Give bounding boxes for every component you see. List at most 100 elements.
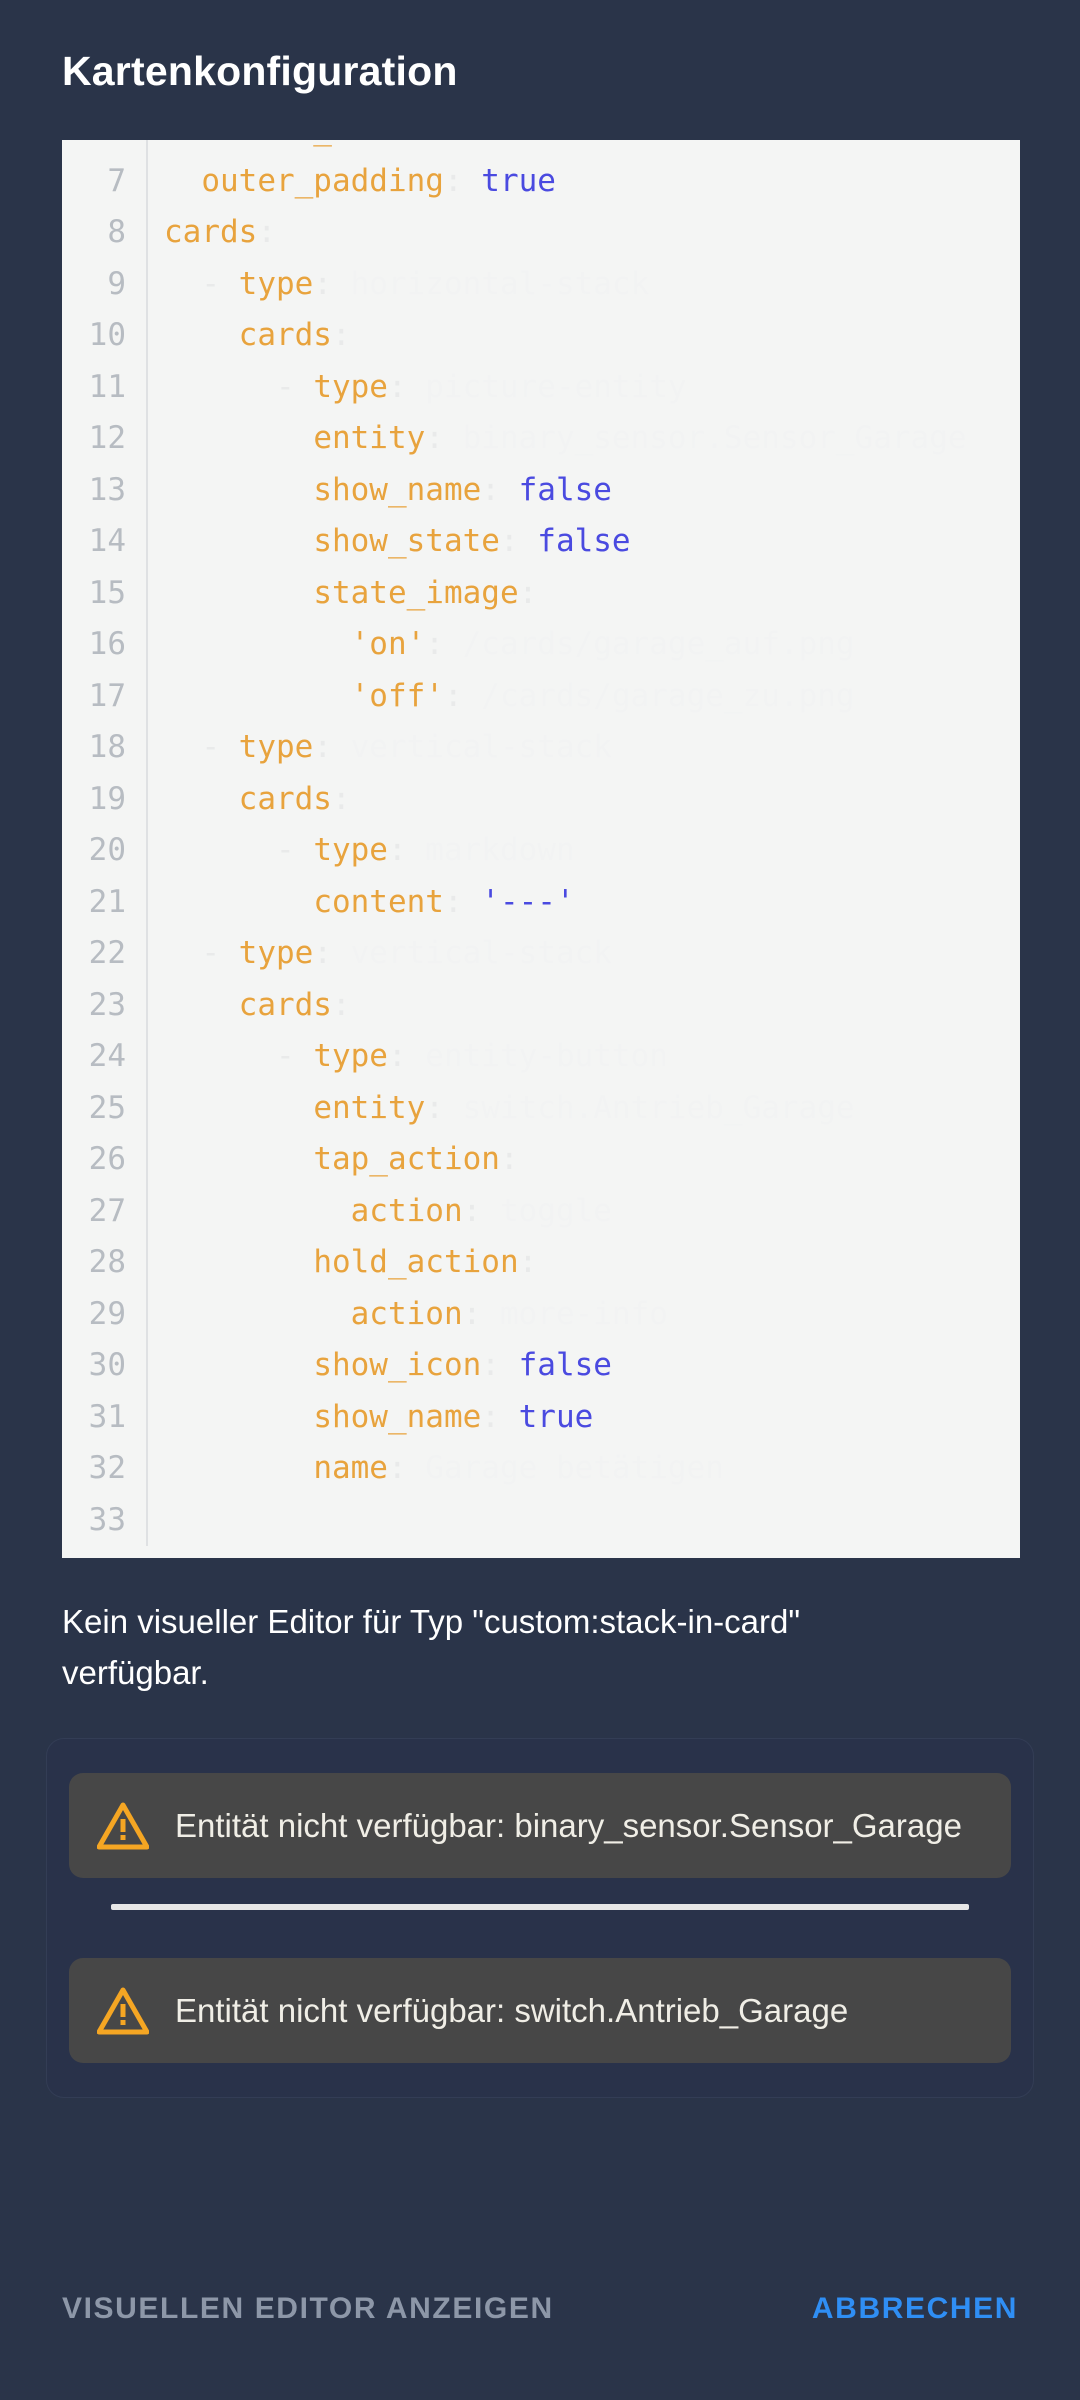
code-line[interactable]: 14 show_state: false bbox=[62, 516, 1020, 568]
code-line-text[interactable]: state_image: bbox=[148, 568, 1020, 620]
code-line-text[interactable]: action: more-info bbox=[148, 1289, 1020, 1341]
code-line[interactable]: 28 hold_action: bbox=[62, 1237, 1020, 1289]
line-number: 21 bbox=[62, 876, 148, 928]
code-line[interactable]: 9 - type: horizontal-stack bbox=[62, 258, 1020, 311]
code-line-text[interactable]: border_radius: true bbox=[148, 140, 1020, 156]
code-line[interactable]: 32 name: Garage betätigen bbox=[62, 1443, 1020, 1495]
code-line[interactable]: 26 tap_action: bbox=[62, 1134, 1020, 1186]
code-line-text[interactable] bbox=[148, 1495, 1020, 1547]
line-number: 15 bbox=[62, 567, 148, 619]
code-line[interactable]: 30 show_icon: false bbox=[62, 1340, 1020, 1392]
line-number: 8 bbox=[62, 207, 148, 259]
line-number: 20 bbox=[62, 825, 148, 877]
show-visual-editor-button[interactable]: VISUELLEN EDITOR ANZEIGEN bbox=[62, 2292, 554, 2326]
code-line-text[interactable]: 'on': /cards/garage_auf.png bbox=[148, 619, 1020, 671]
code-line-text[interactable]: cards: bbox=[148, 774, 1020, 826]
dialog-action-bar: VISUELLEN EDITOR ANZEIGEN ABBRECHEN bbox=[0, 2292, 1080, 2400]
code-line[interactable]: 21 content: '---' bbox=[62, 876, 1020, 929]
code-line[interactable]: 19 cards: bbox=[62, 773, 1020, 826]
line-number: 19 bbox=[62, 773, 148, 825]
line-number: 24 bbox=[62, 1031, 148, 1083]
code-line[interactable]: 25 entity: switch.Antrieb_Garage bbox=[62, 1082, 1020, 1135]
warning-text: Entität nicht verfügbar: binary_sensor.S… bbox=[175, 1807, 962, 1844]
code-line[interactable]: 11 - type: picture-entity bbox=[62, 361, 1020, 414]
line-number: 17 bbox=[62, 670, 148, 722]
line-number: 22 bbox=[62, 928, 148, 980]
line-number: 6 bbox=[62, 140, 148, 156]
page-title: Kartenkonfiguration bbox=[62, 48, 458, 94]
line-number: 7 bbox=[62, 155, 148, 207]
code-line[interactable]: 16 'on': /cards/garage_auf.png bbox=[62, 619, 1020, 671]
code-line-text[interactable]: hold_action: bbox=[148, 1237, 1020, 1289]
line-number: 25 bbox=[62, 1082, 148, 1134]
code-line-text[interactable]: - type: horizontal-stack bbox=[148, 259, 1020, 311]
line-number: 11 bbox=[62, 361, 148, 413]
code-line-text[interactable]: show_icon: false bbox=[148, 1340, 1020, 1392]
line-number: 33 bbox=[62, 1494, 148, 1546]
line-number: 14 bbox=[62, 516, 148, 568]
code-line[interactable]: 33 bbox=[62, 1494, 1020, 1547]
line-number: 31 bbox=[62, 1391, 148, 1443]
code-line[interactable]: 12 entity: binary_sensor.Sensor_Garage bbox=[62, 413, 1020, 465]
code-line-text[interactable]: - type: vertical-stack bbox=[148, 928, 1020, 980]
filler bbox=[0, 2098, 1080, 2292]
code-line-text[interactable]: tap_action: bbox=[148, 1134, 1020, 1186]
line-number: 32 bbox=[62, 1443, 148, 1495]
code-line[interactable]: 29 action: more-info bbox=[62, 1288, 1020, 1341]
warning-text: Entität nicht verfügbar: switch.Antrieb_… bbox=[175, 1992, 849, 2029]
code-line-text[interactable]: cards: bbox=[148, 980, 1020, 1032]
warning-triangle-icon bbox=[97, 1802, 149, 1850]
code-line[interactable]: 17 'off': /cards/garage_zu.png bbox=[62, 670, 1020, 723]
editor-scroll-area[interactable]: 6 border_radius: true7 outer_padding: tr… bbox=[62, 140, 1020, 1546]
line-number: 29 bbox=[62, 1288, 148, 1340]
code-line-text[interactable]: show_name: false bbox=[148, 465, 1020, 517]
code-line-text[interactable]: content: '---' bbox=[148, 877, 1020, 929]
cancel-button[interactable]: ABBRECHEN bbox=[812, 2292, 1018, 2326]
yaml-code-editor[interactable]: 6 border_radius: true7 outer_padding: tr… bbox=[62, 140, 1020, 1558]
code-line-text[interactable]: cards: bbox=[148, 207, 1020, 259]
line-number: 10 bbox=[62, 310, 148, 362]
line-number: 12 bbox=[62, 413, 148, 465]
code-line-text[interactable]: outer_padding: true bbox=[148, 156, 1020, 208]
code-line[interactable]: 27 action: toggle bbox=[62, 1185, 1020, 1238]
code-line[interactable]: 8 cards: bbox=[62, 207, 1020, 259]
code-line[interactable]: 15 state_image: bbox=[62, 567, 1020, 620]
code-line-text[interactable]: - type: vertical-stack bbox=[148, 722, 1020, 774]
code-line-text[interactable]: entity: binary_sensor.Sensor_Garage bbox=[148, 413, 1020, 465]
code-line-text[interactable]: - type: markdown bbox=[148, 825, 1020, 877]
code-line-text[interactable]: action: toggle bbox=[148, 1186, 1020, 1238]
preview-divider bbox=[111, 1904, 969, 1910]
code-line[interactable]: 10 cards: bbox=[62, 310, 1020, 362]
code-line-text[interactable]: - type: picture-entity bbox=[148, 362, 1020, 414]
warning-entity-1: Entität nicht verfügbar: binary_sensor.S… bbox=[69, 1773, 1011, 1878]
code-line-text[interactable]: name: Garage betätigen bbox=[148, 1443, 1020, 1495]
code-line[interactable]: 23 cards: bbox=[62, 979, 1020, 1032]
code-line[interactable]: 18 - type: vertical-stack bbox=[62, 722, 1020, 774]
code-line[interactable]: 6 border_radius: true bbox=[62, 140, 1020, 156]
code-line-text[interactable]: show_state: false bbox=[148, 516, 1020, 568]
code-line-text[interactable]: show_name: true bbox=[148, 1392, 1020, 1444]
line-number: 13 bbox=[62, 464, 148, 516]
line-number: 30 bbox=[62, 1340, 148, 1392]
code-line[interactable]: 7 outer_padding: true bbox=[62, 155, 1020, 208]
line-number: 23 bbox=[62, 979, 148, 1031]
code-line-text[interactable]: 'off': /cards/garage_zu.png bbox=[148, 671, 1020, 723]
line-number: 9 bbox=[62, 258, 148, 310]
code-line[interactable]: 20 - type: markdown bbox=[62, 825, 1020, 877]
warning-triangle-icon bbox=[97, 1987, 149, 2035]
line-number: 28 bbox=[62, 1237, 148, 1289]
no-visual-editor-message: Kein visueller Editor für Typ "custom:st… bbox=[62, 1603, 801, 1691]
code-line[interactable]: 22 - type: vertical-stack bbox=[62, 928, 1020, 980]
code-line[interactable]: 24 - type: entity-button bbox=[62, 1031, 1020, 1083]
line-number: 27 bbox=[62, 1185, 148, 1237]
line-number: 18 bbox=[62, 722, 148, 774]
code-line-text[interactable]: entity: switch.Antrieb_Garage bbox=[148, 1083, 1020, 1135]
warning-entity-2: Entität nicht verfügbar: switch.Antrieb_… bbox=[69, 1958, 1011, 2063]
line-number: 26 bbox=[62, 1134, 148, 1186]
card-preview: Entität nicht verfügbar: binary_sensor.S… bbox=[46, 1738, 1034, 2098]
code-line[interactable]: 31 show_name: true bbox=[62, 1391, 1020, 1444]
code-line-text[interactable]: - type: entity-button bbox=[148, 1031, 1020, 1083]
code-line[interactable]: 13 show_name: false bbox=[62, 464, 1020, 517]
card-config-dialog: Kartenkonfiguration 6 border_radius: tru… bbox=[0, 0, 1080, 2400]
code-line-text[interactable]: cards: bbox=[148, 310, 1020, 362]
